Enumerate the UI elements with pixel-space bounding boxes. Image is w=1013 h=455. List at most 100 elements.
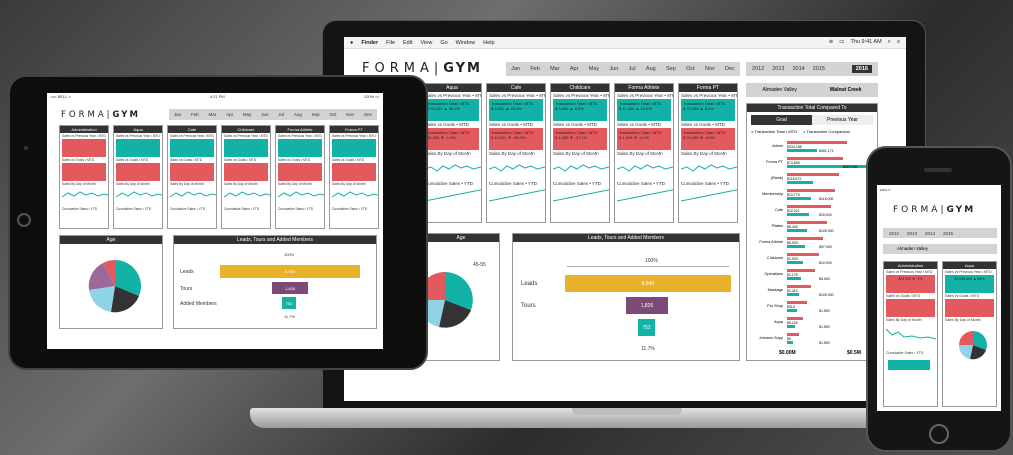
tablet-month-sep[interactable]: Sep xyxy=(312,112,320,117)
tablet-month-mar[interactable]: Mar xyxy=(209,112,217,117)
kpi-card-title: Childcare xyxy=(551,84,609,92)
kpi-row-label: Sales By Day of Month xyxy=(553,151,599,156)
bar-comparison-value: $520,000 xyxy=(843,165,858,169)
phone-year-2014[interactable]: 2014 xyxy=(925,231,935,236)
phone-home-button[interactable] xyxy=(929,424,949,444)
bar-total xyxy=(787,221,827,224)
toggle-previous-year[interactable]: Previous Year xyxy=(812,115,873,125)
location-walnut-creek[interactable]: Walnut Creek xyxy=(830,87,862,93)
bar-total xyxy=(787,205,831,208)
year-2012[interactable]: 2012 xyxy=(752,66,764,72)
kpi-card: Cafe Sales vs Previous Year • MTD Transa… xyxy=(486,83,546,223)
tablet-month-may[interactable]: May xyxy=(243,112,252,117)
year-2016-selected[interactable]: 2016 xyxy=(851,65,872,73)
apple-icon[interactable]: ● xyxy=(350,40,353,46)
kpi-card-title: Cafe xyxy=(487,84,545,92)
bar-comparison-value: $100,000 xyxy=(819,293,834,297)
kpi-row-label: Sales By Day of Month xyxy=(681,151,727,156)
phone-location[interactable]: Almaden Valley xyxy=(883,244,997,254)
kpi-red-box: Transaction Total • MTD $ 12,021 ▼ -98.3… xyxy=(489,128,543,150)
kpi-cumulative-line xyxy=(424,189,481,202)
bar-total xyxy=(787,333,799,336)
transaction-panel-title: Transaction Total Compared To xyxy=(747,104,877,112)
kpi-row-label: Sales By Day of Month xyxy=(425,151,471,156)
funnel-bar-members: 752 xyxy=(638,319,655,336)
kpi-row-label: Sales vs Goals • MTD xyxy=(681,122,725,127)
bar-total xyxy=(787,141,847,144)
month-oct[interactable]: Oct xyxy=(686,66,695,72)
funnel-title: Leads, Tours and Added Members xyxy=(513,234,739,242)
phone-year-2013[interactable]: 2013 xyxy=(907,231,917,236)
bar-total xyxy=(787,269,815,272)
tablet-funnel-tours: Tours xyxy=(180,286,193,292)
transaction-row-label: Massage xyxy=(767,288,783,292)
month-feb[interactable]: Feb xyxy=(530,66,539,72)
tablet-month-dec[interactable]: Dec xyxy=(364,112,372,117)
location-almaden[interactable]: Almaden Valley xyxy=(762,87,796,93)
tablet-month-jan[interactable]: Jan xyxy=(174,112,181,117)
tablet-month-jun[interactable]: Jun xyxy=(261,112,268,117)
tablet-clock: 4:21 PM xyxy=(209,94,225,99)
kpi-card-title: Forma PT xyxy=(679,84,737,92)
month-aug[interactable]: Aug xyxy=(646,66,656,72)
month-mar[interactable]: Mar xyxy=(550,66,559,72)
tablet-funnel-bar-tours: 1,826 xyxy=(272,282,308,294)
menu-list-icon[interactable]: ≡ xyxy=(897,39,900,46)
tablet-kpi-title: Cafe xyxy=(168,126,216,133)
transaction-row-label: Aqua xyxy=(774,320,783,324)
month-jan[interactable]: Jan xyxy=(511,66,520,72)
bar-comparison xyxy=(787,341,793,344)
tablet-home-button[interactable] xyxy=(17,213,31,227)
month-apr[interactable]: Apr xyxy=(570,66,579,72)
axis-label-max: $0.5M xyxy=(847,350,861,356)
transaction-panel: Transaction Total Compared To Goal Previ… xyxy=(746,103,878,361)
menu-view[interactable]: View xyxy=(421,40,433,46)
menu-finder[interactable]: Finder xyxy=(361,40,378,46)
tablet-funnel-pct-bottom: 11.7% xyxy=(284,314,296,319)
menu-go[interactable]: Go xyxy=(440,40,447,46)
kpi-row-label: Sales By Day of Month xyxy=(617,151,663,156)
tablet-month-feb[interactable]: Feb xyxy=(191,112,199,117)
transaction-row: Forma PT $74,690 $520,000 xyxy=(747,156,877,170)
battery-icon[interactable]: ▭ xyxy=(839,39,844,46)
month-may[interactable]: May xyxy=(589,66,599,72)
bar-comparison-value: $1,500 xyxy=(819,341,830,345)
tablet-month-nov[interactable]: Nov xyxy=(346,112,354,117)
menu-help[interactable]: Help xyxy=(483,40,494,46)
month-jun[interactable]: Jun xyxy=(609,66,618,72)
transaction-row: Johnson Supp $0 $1,500 xyxy=(747,332,877,346)
month-nov[interactable]: Nov xyxy=(705,66,715,72)
year-2015[interactable]: 2015 xyxy=(813,66,825,72)
menu-window[interactable]: Window xyxy=(456,40,476,46)
tablet-month-jul[interactable]: Jul xyxy=(278,112,284,117)
kpi-cumulative-line xyxy=(488,189,545,202)
bar-total xyxy=(787,301,807,304)
axis-label-min: $0.00M xyxy=(779,350,796,356)
month-sep[interactable]: Sep xyxy=(666,66,676,72)
tablet-funnel-members: Added Members xyxy=(180,301,217,307)
kpi-row-label: Sales vs Goals • MTD xyxy=(489,122,533,127)
tablet-month-aug[interactable]: Aug xyxy=(294,112,302,117)
phone-year-2015[interactable]: 2015 xyxy=(943,231,953,236)
kpi-row-label: Sales vs Previous Year • MTD xyxy=(617,93,674,98)
tablet-screen: •••• BELL ≈ 4:21 PM 100% ▭ FORMA|GYM Jan… xyxy=(47,93,383,349)
bar-comparison xyxy=(787,309,797,312)
menu-file[interactable]: File xyxy=(386,40,395,46)
tablet-month-apr[interactable]: Apr xyxy=(226,112,233,117)
year-2013[interactable]: 2013 xyxy=(772,66,784,72)
bar-comparison-value: $100,000 xyxy=(819,229,834,233)
wifi-icon[interactable]: ≋ xyxy=(829,39,834,46)
month-jul[interactable]: Jul xyxy=(629,66,636,72)
menu-edit[interactable]: Edit xyxy=(403,40,412,46)
tablet-funnel-pct-top: 100% xyxy=(284,252,295,257)
location-filter: Almaden Valley Walnut Creek xyxy=(746,83,878,97)
search-icon[interactable]: ⌕ xyxy=(888,39,891,46)
tablet-month-oct[interactable]: Oct xyxy=(329,112,336,117)
phone-year-2012[interactable]: 2012 xyxy=(889,231,899,236)
year-2014[interactable]: 2014 xyxy=(793,66,805,72)
transaction-row-label: Forma Athlete xyxy=(759,240,783,244)
month-dec[interactable]: Dec xyxy=(725,66,735,72)
kpi-cumulative-line xyxy=(680,189,737,202)
menubar-clock[interactable]: Thu 9:41 AM xyxy=(851,39,882,46)
toggle-goal[interactable]: Goal xyxy=(751,115,812,125)
